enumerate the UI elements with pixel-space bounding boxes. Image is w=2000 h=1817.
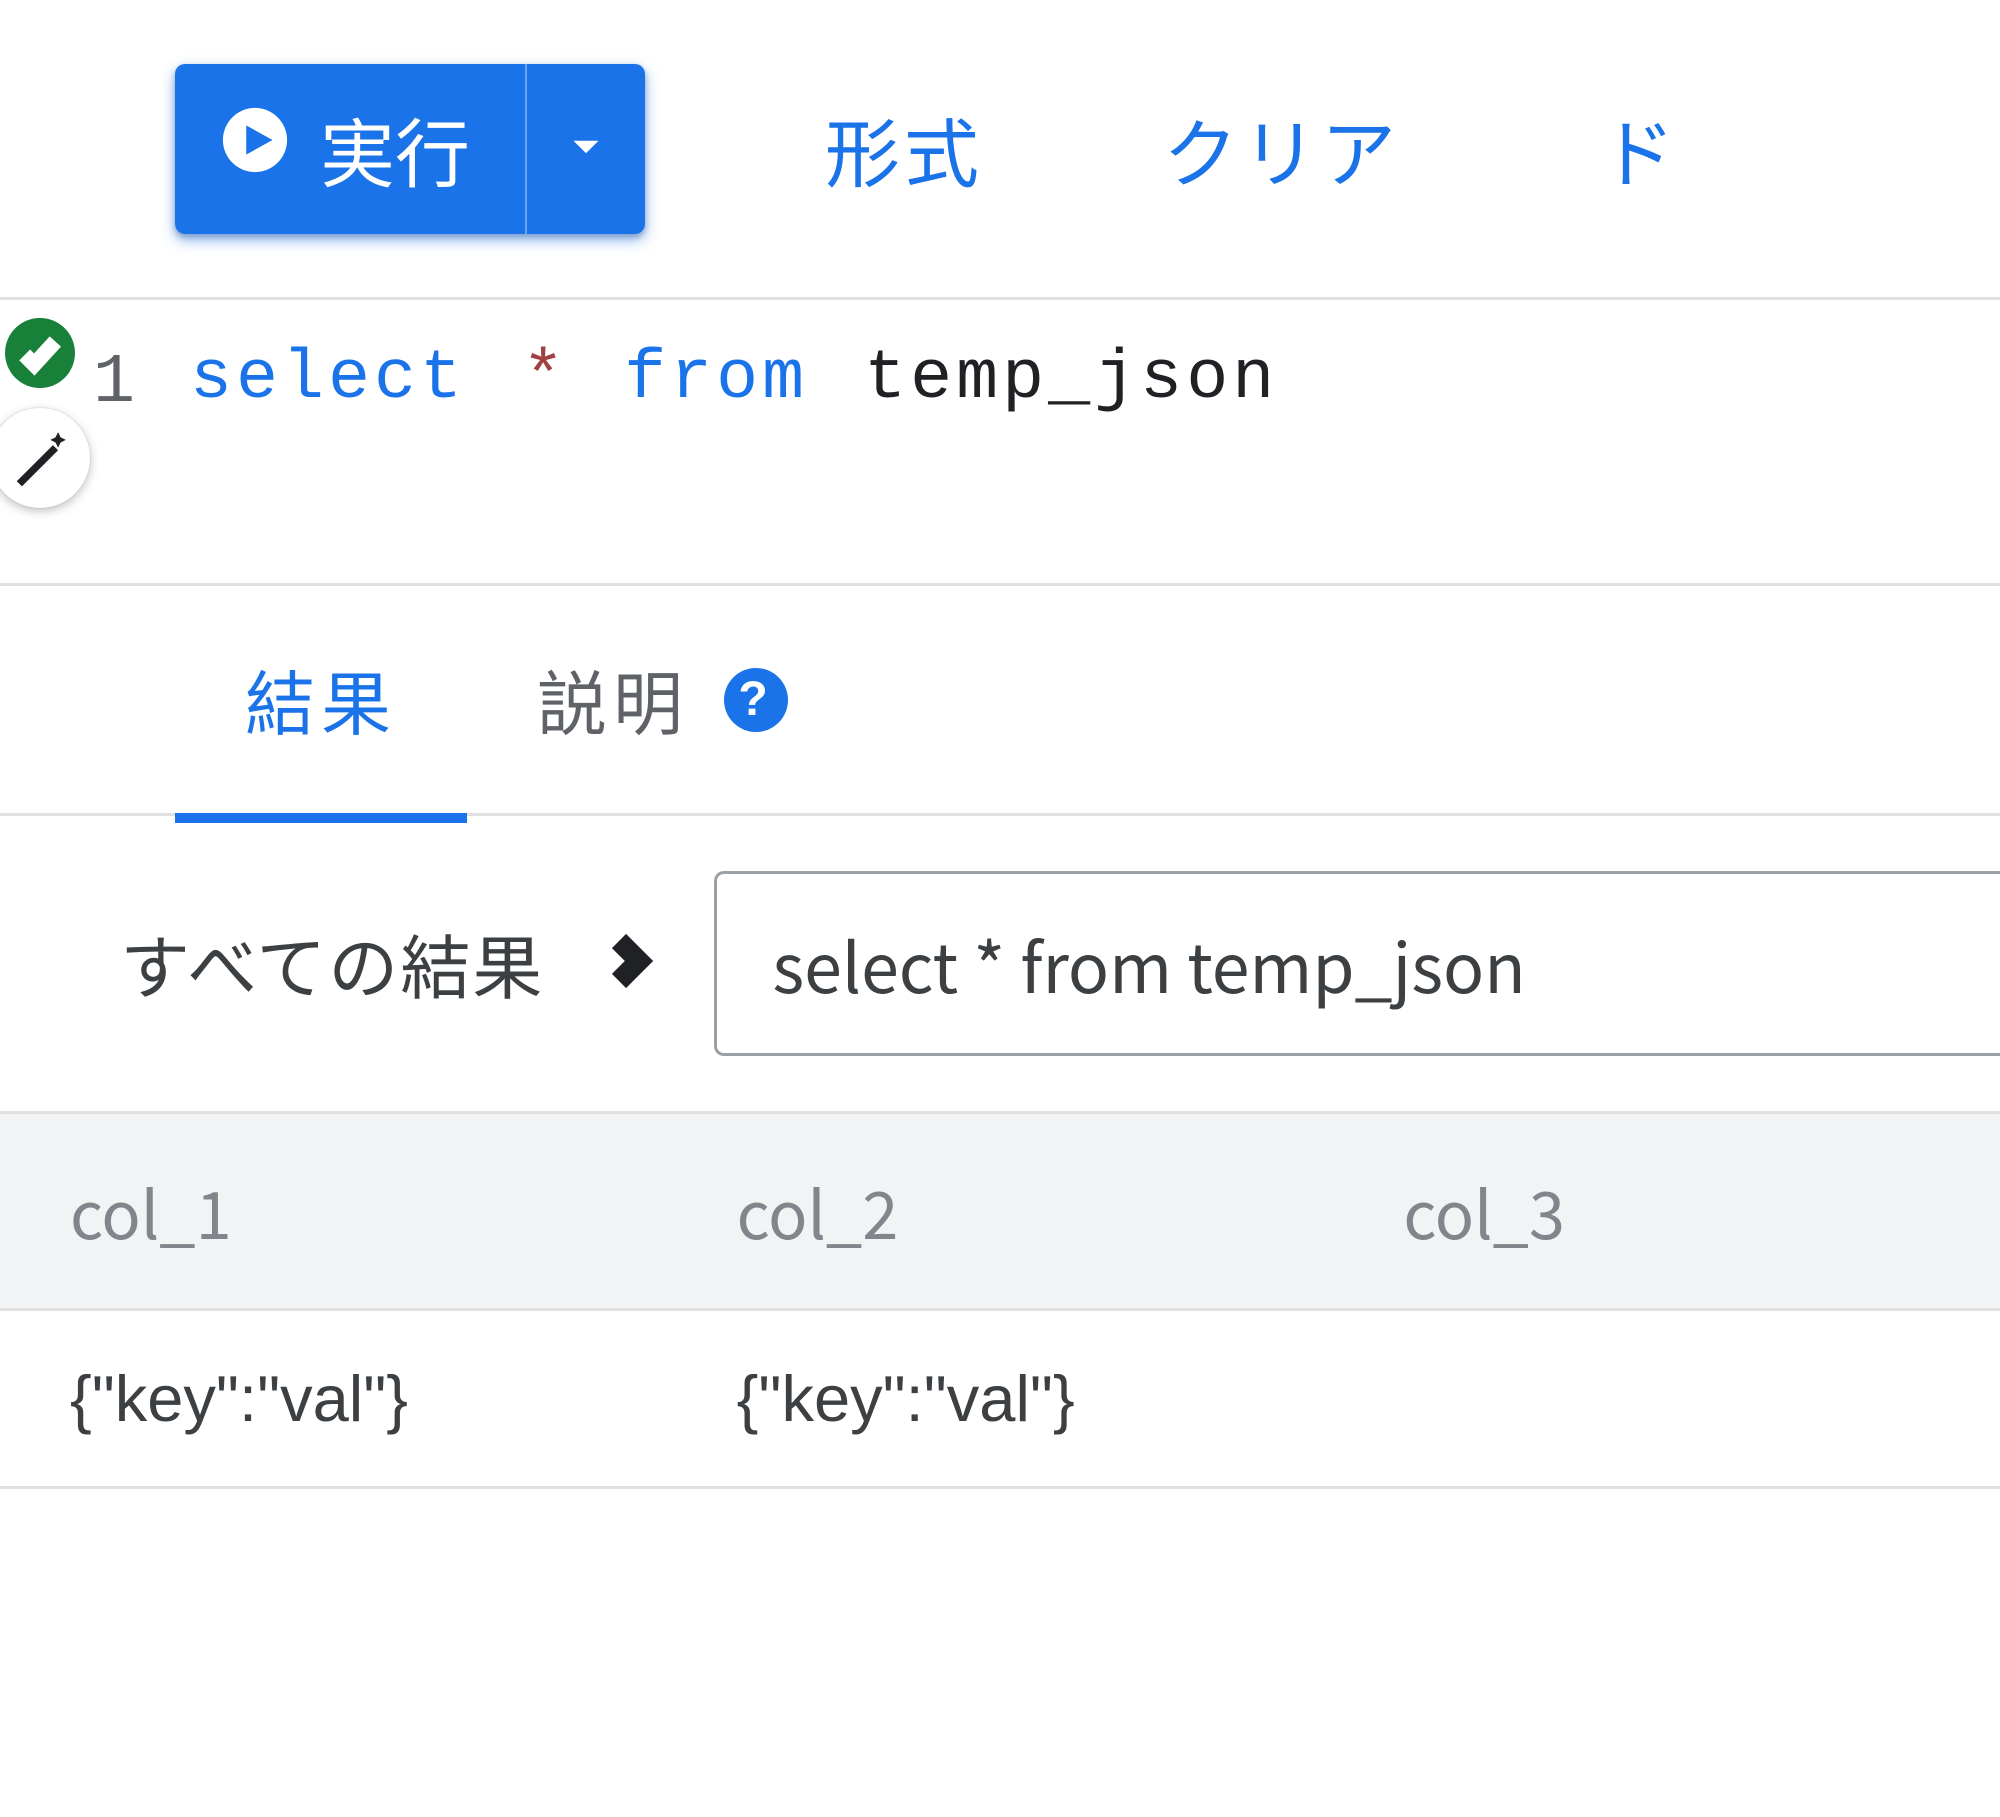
- table-cell: [1333, 1311, 2000, 1486]
- column-header[interactable]: col_3: [1333, 1114, 2000, 1308]
- current-query-box[interactable]: select * from temp_json: [714, 871, 2000, 1056]
- all-results-link[interactable]: すべての結果: [120, 913, 544, 1014]
- magic-wand-button[interactable]: [0, 408, 90, 508]
- run-button-group: 実行: [175, 64, 645, 234]
- status-ok-icon: [5, 318, 75, 388]
- toolbar: 実行 形式 クリア ド: [0, 0, 2000, 300]
- result-tabs: 結果 説明 ?: [0, 586, 2000, 816]
- caret-down-icon: [561, 122, 611, 175]
- sql-keyword-select: select: [190, 340, 466, 419]
- table-cell: {"key":"val"}: [667, 1311, 1334, 1486]
- chevron-right-icon: [599, 931, 659, 996]
- run-dropdown-button[interactable]: [525, 64, 645, 234]
- editor-gutter-icons: [0, 318, 90, 508]
- table-row: {"key":"val"} {"key":"val"}: [0, 1311, 2000, 1489]
- run-button-label: 実行: [320, 94, 470, 203]
- sql-table-name: temp_json: [864, 340, 1278, 419]
- tab-results[interactable]: 結果: [175, 579, 467, 820]
- results-table: col_1 col_2 col_3 {"key":"val"} {"key":"…: [0, 1111, 2000, 1489]
- tab-explain[interactable]: 説明 ?: [467, 579, 858, 820]
- truncated-toolbar-button[interactable]: ド: [1600, 94, 1679, 203]
- sql-keyword-from: from: [624, 340, 808, 419]
- format-button[interactable]: 形式: [825, 94, 983, 203]
- tab-results-label: 結果: [245, 649, 397, 750]
- column-header[interactable]: col_2: [667, 1114, 1334, 1308]
- clear-button[interactable]: クリア: [1163, 94, 1400, 203]
- help-icon: ?: [724, 668, 788, 732]
- column-header[interactable]: col_1: [0, 1114, 667, 1308]
- sql-star: *: [522, 340, 568, 419]
- results-breadcrumb: すべての結果 select * from temp_json: [0, 816, 2000, 1111]
- tab-explain-label: 説明: [537, 649, 689, 750]
- sql-editor[interactable]: 1 select * from temp_json: [0, 300, 2000, 586]
- table-header-row: col_1 col_2 col_3: [0, 1111, 2000, 1311]
- run-button[interactable]: 実行: [175, 64, 525, 234]
- table-cell: {"key":"val"}: [0, 1311, 667, 1486]
- code-line: select * from temp_json: [190, 340, 1278, 419]
- play-icon: [220, 105, 290, 192]
